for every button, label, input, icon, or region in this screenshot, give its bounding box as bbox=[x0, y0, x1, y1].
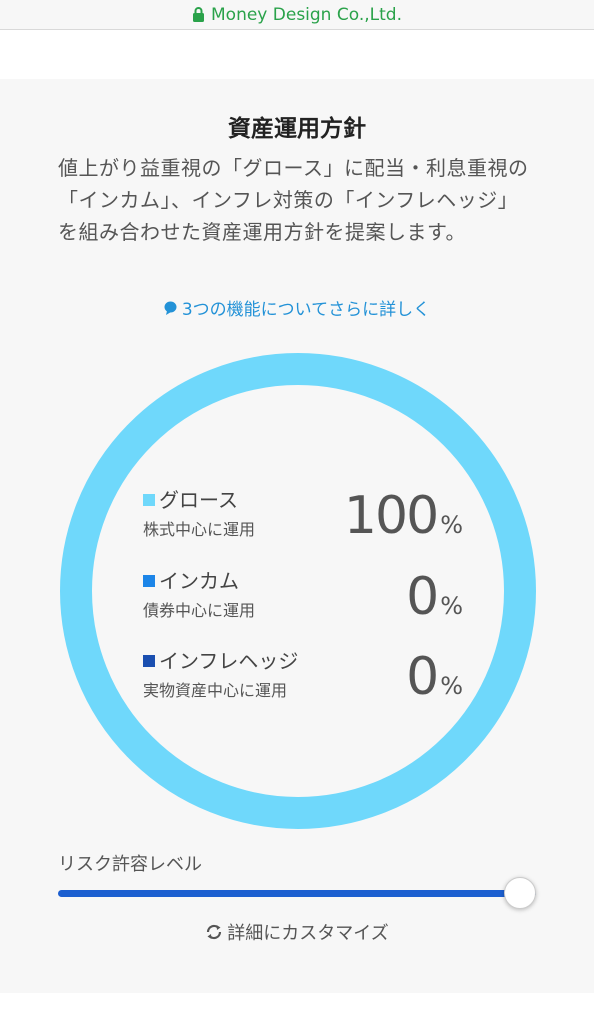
allocation-row: グロース株式中心に運用 100% bbox=[143, 484, 463, 544]
allocation-name-text: グロース bbox=[159, 488, 238, 512]
allocation-row: インカム債券中心に運用 0% bbox=[143, 565, 463, 625]
risk-level-label: リスク許容レベル bbox=[58, 854, 202, 875]
allocation-name-text: インフレヘッジ bbox=[159, 649, 299, 673]
allocation-name: インフレヘッジ bbox=[143, 645, 298, 674]
allocation-name-text: インカム bbox=[159, 569, 239, 593]
legend-square-icon bbox=[143, 494, 155, 506]
allocation-percent: 0% bbox=[406, 571, 463, 623]
risk-slider-track[interactable] bbox=[58, 890, 536, 897]
more-info-link[interactable]: 3つの機能についてさらに詳しく bbox=[0, 295, 594, 320]
legend-square-icon bbox=[143, 655, 155, 667]
allocation-percent-unit: % bbox=[440, 592, 463, 620]
asset-policy-card: 資産運用方針 値上がり益重視の「グロース」に配当・利息重視の「インカム」、インフ… bbox=[0, 79, 594, 993]
more-info-link-label: 3つの機能についてさらに詳しく bbox=[181, 300, 431, 320]
lock-icon bbox=[193, 7, 204, 22]
allocation-subtitle: 株式中心に運用 bbox=[143, 520, 256, 539]
refresh-icon bbox=[207, 924, 222, 940]
section-title: 資産運用方針 bbox=[228, 116, 366, 142]
allocation-percent-value: 0 bbox=[406, 647, 439, 707]
speech-bubble-icon bbox=[164, 301, 177, 315]
allocation-subtitle: 実物資産中心に運用 bbox=[143, 681, 288, 700]
section-description: 値上がり益重視の「グロース」に配当・利息重視の「インカム」、インフレ対策の「イン… bbox=[58, 156, 529, 244]
allocation-percent-value: 0 bbox=[406, 567, 439, 627]
allocation-row: インフレヘッジ実物資産中心に運用 0% bbox=[143, 645, 463, 705]
risk-level-slider[interactable] bbox=[58, 877, 536, 916]
legend-square-icon bbox=[143, 575, 155, 587]
customize-button[interactable]: 詳細にカスタマイズ bbox=[0, 919, 594, 945]
allocation-percent-value: 100 bbox=[343, 486, 439, 546]
address-bar[interactable]: Money Design Co.,Ltd. bbox=[0, 0, 594, 30]
allocation-percent-unit: % bbox=[440, 672, 463, 700]
allocation-percent: 0% bbox=[406, 651, 463, 703]
allocation-percent-unit: % bbox=[440, 511, 463, 539]
allocation-percent: 100% bbox=[344, 490, 463, 542]
allocation-subtitle: 債券中心に運用 bbox=[143, 601, 256, 620]
risk-slider-thumb[interactable] bbox=[504, 877, 536, 909]
allocation-name: グロース bbox=[143, 484, 238, 513]
allocation-name: インカム bbox=[143, 565, 239, 594]
site-domain: Money Design Co.,Ltd. bbox=[211, 4, 402, 25]
customize-button-label: 詳細にカスタマイズ bbox=[227, 923, 389, 944]
